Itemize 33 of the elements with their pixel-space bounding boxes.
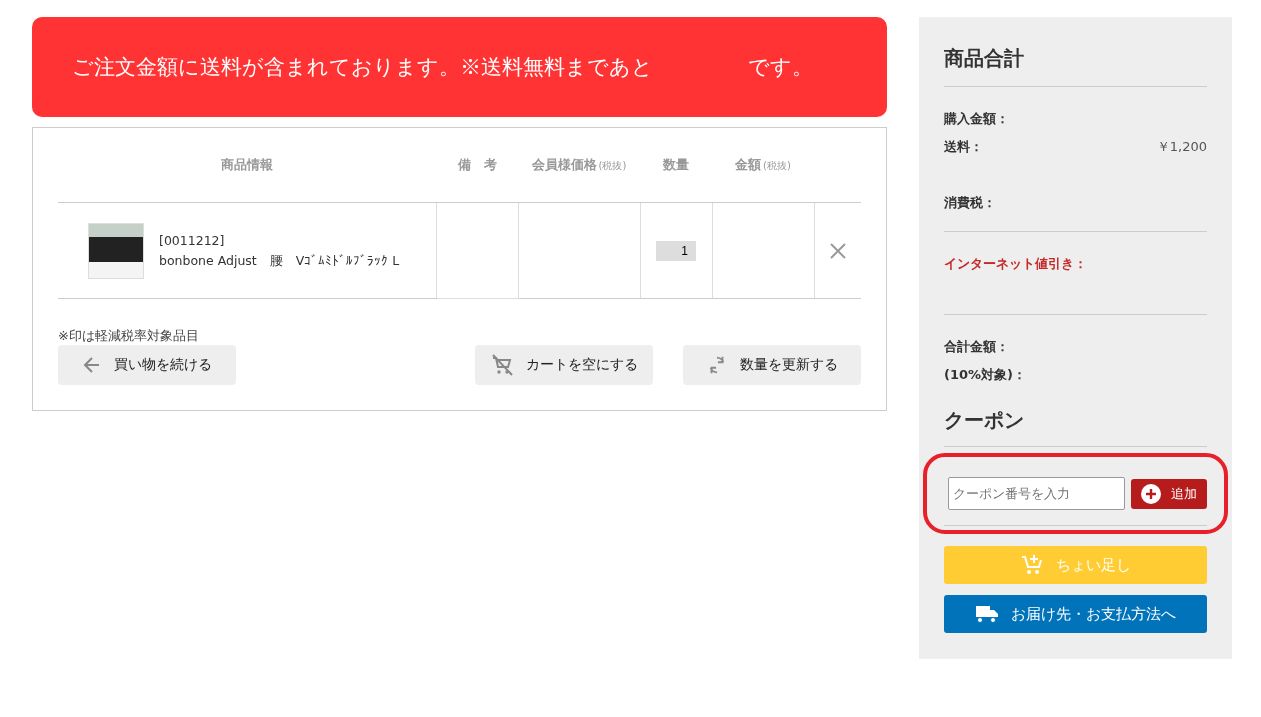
summary-label: 合計金額： xyxy=(944,338,1009,356)
add-coupon-button[interactable]: 追加 xyxy=(1131,478,1207,509)
summary-label: (10%対象)： xyxy=(944,366,1026,384)
action-button[interactable]: 数量を更新する xyxy=(683,345,861,385)
summary-label: 購入金額： xyxy=(944,110,1009,128)
summary-value: ￥1,200 xyxy=(1156,138,1207,156)
arrow-left-icon xyxy=(82,355,102,375)
action-button[interactable]: 買い物を続ける xyxy=(58,345,236,385)
remove-button[interactable] xyxy=(829,242,846,259)
action-button[interactable]: お届け先・お支払方法へ xyxy=(944,595,1207,633)
product-code: [0011212] xyxy=(159,231,226,250)
summary-label: 送料： xyxy=(944,138,983,156)
product-photo xyxy=(88,222,144,279)
summary-label: インターネット値引き： xyxy=(944,255,1087,273)
coupon-field[interactable]: クーポン番号を入力 xyxy=(948,477,1125,510)
cart-plus-icon xyxy=(1020,553,1044,577)
notice-text: ご注文金額に送料が含まれております。※送料無料まであと xyxy=(72,54,653,81)
plus-circle-icon xyxy=(1141,483,1161,504)
column-header: 会員様価格(税抜) xyxy=(518,128,640,203)
product-name: bonbone Adjust 腰 Vｺﾞﾑﾐﾄﾞﾙﾌﾞﾗｯｸ L xyxy=(159,251,400,270)
column-header: 備 考 xyxy=(436,128,518,203)
summary-title: 商品合計 xyxy=(944,45,1207,87)
column-header: 商品情報 xyxy=(58,128,436,203)
cart-crossed-icon xyxy=(490,353,514,377)
column-header: 数量 xyxy=(640,128,712,203)
footnote: ※印は軽減税率対象品目 xyxy=(58,327,200,345)
truck-icon xyxy=(975,605,999,623)
summary-label: 消費税： xyxy=(944,194,996,212)
action-button[interactable]: カートを空にする xyxy=(475,345,653,385)
quantity-field[interactable]: 1 xyxy=(656,240,696,261)
column-header: 金額(税抜) xyxy=(712,128,814,203)
notice-text: です。 xyxy=(748,54,813,81)
coupon-title: クーポン xyxy=(944,407,1207,447)
